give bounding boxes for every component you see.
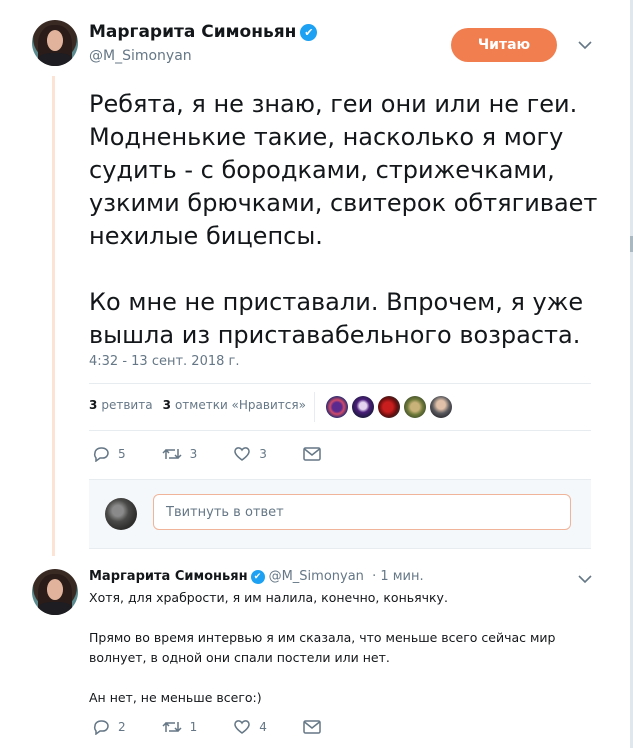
retweet-button[interactable]: 1 [162, 719, 198, 735]
like-count: 4 [259, 720, 267, 734]
heart-icon [234, 447, 251, 461]
direct-message-button[interactable] [303, 447, 329, 461]
retweet-icon [162, 721, 182, 733]
reply-count: 5 [118, 447, 126, 461]
retweet-stat[interactable]: 3 ретвита [89, 398, 153, 412]
retweet-count: 3 [89, 398, 98, 412]
author-avatar[interactable] [32, 20, 78, 66]
reply-author-name[interactable]: Маргарита Симоньян [89, 569, 248, 584]
avatar-body [36, 602, 74, 615]
envelope-icon [303, 720, 321, 734]
envelope-icon [303, 447, 321, 461]
reply-paragraph: Прямо во время интервью я им сказала, чт… [89, 630, 556, 665]
like-button[interactable]: 4 [233, 719, 267, 735]
like-button[interactable]: 3 [233, 446, 267, 462]
reply-icon [93, 447, 109, 462]
likes-stat[interactable]: 3 отметки «Нравится» [163, 398, 306, 412]
direct-message-button[interactable] [303, 720, 329, 734]
author-handle[interactable]: @M_Simonyan [89, 48, 192, 64]
tweet-paragraph: Ребята, я не знаю, геи они или не геи. М… [89, 90, 598, 250]
reply-actions: 2 1 4 [92, 719, 365, 735]
reply-composer: Твитнуть в ответ [89, 479, 591, 549]
divider [89, 383, 591, 384]
retweet-action-count: 1 [189, 720, 198, 734]
liker-avatar[interactable] [430, 396, 452, 418]
reply-icon [93, 720, 109, 735]
verified-badge-icon: ✔ [250, 569, 265, 584]
reply-text: Хотя, для храбрости, я им налила, конечн… [89, 588, 579, 708]
reply-time[interactable]: · 1 мин. [372, 569, 424, 584]
author-name-text[interactable]: Маргарита Симоньян [89, 22, 296, 42]
heart-icon [234, 720, 251, 734]
chevron-down-icon[interactable] [578, 38, 592, 54]
verified-badge-icon: ✔ [300, 23, 318, 41]
reply-button[interactable]: 5 [92, 446, 126, 462]
liker-avatar[interactable] [326, 396, 348, 418]
reply-author-avatar[interactable] [32, 569, 78, 615]
thread-line [52, 76, 55, 556]
reply-button[interactable]: 2 [92, 719, 126, 735]
retweet-action-count: 3 [189, 447, 198, 461]
tweet-timestamp[interactable]: 4:32 - 13 сент. 2018 г. [89, 354, 239, 369]
reply-header: Маргарита Симоньян ✔ @M_Simonyan · 1 мин. [89, 569, 424, 584]
reply-paragraph: Ан нет, не меньше всего:) [89, 690, 262, 705]
tweet-text: Ребята, я не знаю, геи они или не геи. М… [89, 88, 599, 352]
reply-input[interactable]: Твитнуть в ответ [153, 494, 571, 530]
retweet-button[interactable]: 3 [162, 446, 198, 462]
following-button[interactable]: Читаю [451, 28, 557, 62]
retweet-stat-label: ретвита [101, 398, 153, 412]
reply-count: 2 [118, 720, 126, 734]
chevron-down-icon[interactable] [578, 572, 592, 588]
likes-count: 3 [162, 398, 171, 412]
tweet-actions: 5 3 3 [92, 446, 365, 462]
likes-stat-label: отметки «Нравится» [174, 398, 306, 412]
likers-avatars [326, 396, 456, 418]
liker-avatar[interactable] [404, 396, 426, 418]
liker-avatar[interactable] [378, 396, 400, 418]
stats-divider [314, 392, 315, 422]
like-count: 3 [259, 447, 267, 461]
current-user-avatar[interactable] [105, 498, 137, 530]
reply-author-handle[interactable]: @M_Simonyan [269, 569, 364, 584]
reply-paragraph: Хотя, для храбрости, я им налила, конечн… [89, 590, 448, 605]
avatar-body [36, 53, 74, 66]
divider [89, 430, 591, 431]
author-name[interactable]: Маргарита Симоньян ✔ [89, 22, 318, 42]
tweet-paragraph: Ко мне не приставали. Впрочем, я уже выш… [89, 288, 584, 349]
retweet-icon [162, 448, 182, 460]
liker-avatar[interactable] [352, 396, 374, 418]
tweet-stats: 3 ретвита 3 отметки «Нравится» [89, 398, 306, 412]
